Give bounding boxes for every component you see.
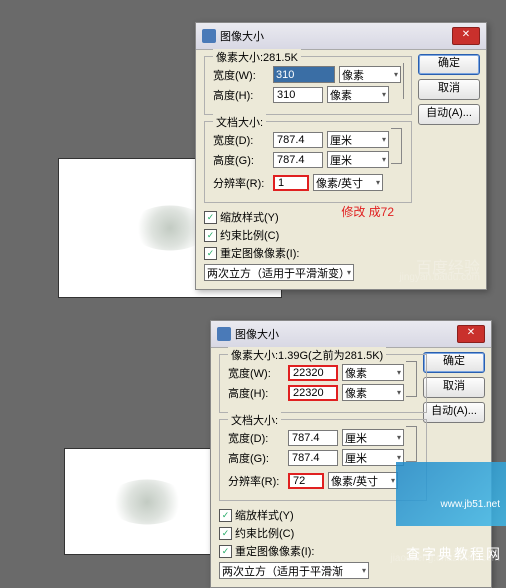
auto-button[interactable]: 自动(A)... [423, 402, 485, 423]
constrain-checkbox[interactable]: ✓约束比例(C) [219, 525, 483, 541]
pixel-width-unit[interactable]: 像素▾ [339, 66, 401, 83]
doc-height-unit[interactable]: 厘米▾ [327, 151, 389, 168]
res-label: 分辨率(R): [228, 473, 284, 489]
chevron-down-icon: ▾ [391, 476, 395, 485]
watermark-url: jingyan.baidu.com [399, 272, 480, 283]
chevron-down-icon: ▾ [397, 388, 401, 397]
pixel-height-unit[interactable]: 像素▾ [327, 86, 389, 103]
chevron-down-icon: ▾ [382, 155, 386, 164]
chevron-down-icon: ▾ [397, 453, 401, 462]
pixel-width-unit[interactable]: 像素▾ [342, 364, 404, 381]
resample-method-select[interactable]: 两次立方（适用于平滑渐变）▾ [204, 264, 354, 281]
height-label: 高度(H): [228, 385, 284, 401]
height-label: 高度(H): [213, 87, 269, 103]
chevron-down-icon: ▾ [382, 135, 386, 144]
resolution-input[interactable] [288, 473, 324, 489]
ok-button[interactable]: 确定 [418, 54, 480, 75]
cancel-button[interactable]: 取消 [423, 377, 485, 398]
link-icon[interactable] [391, 128, 402, 164]
doc-size-legend: 文档大小: [228, 412, 281, 428]
watermark-ribbon [396, 462, 506, 526]
watermark-url2: jiaocheng.chazidian.com [390, 553, 500, 564]
close-icon[interactable]: ✕ [457, 325, 485, 343]
canvas-2 [64, 448, 230, 555]
link-icon[interactable] [406, 426, 417, 462]
image-size-dialog-1: 图像大小 ✕ 确定 取消 自动(A)... 像素大小:281.5K 宽度(W):… [195, 22, 487, 290]
pixel-height-input[interactable] [288, 385, 338, 401]
width-label: 宽度(W): [213, 67, 269, 83]
chevron-down-icon: ▾ [397, 368, 401, 377]
pixel-height-input[interactable] [273, 87, 323, 103]
doc-height-label: 高度(G): [228, 450, 284, 466]
width-label: 宽度(W): [228, 365, 284, 381]
pixel-dim-legend: 像素大小:281.5K [213, 49, 301, 65]
doc-height-label: 高度(G): [213, 152, 269, 168]
pixel-dim-legend: 像素大小:1.39G(之前为281.5K) [228, 347, 386, 363]
close-icon[interactable]: ✕ [452, 27, 480, 45]
chevron-down-icon: ▾ [347, 268, 351, 277]
chevron-down-icon: ▾ [394, 70, 398, 79]
chevron-down-icon: ▾ [362, 566, 366, 575]
pixel-width-input[interactable] [273, 66, 335, 83]
pixel-width-input[interactable] [288, 365, 338, 381]
app-icon [202, 29, 216, 43]
auto-button[interactable]: 自动(A)... [418, 104, 480, 125]
doc-width-input[interactable] [273, 132, 323, 148]
image-preview [107, 479, 187, 524]
dialog-title: 图像大小 [235, 326, 279, 342]
link-icon[interactable] [406, 361, 417, 397]
chevron-down-icon: ▾ [397, 433, 401, 442]
pixel-height-unit[interactable]: 像素▾ [342, 384, 404, 401]
doc-width-label: 宽度(D): [213, 132, 269, 148]
doc-height-input[interactable] [273, 152, 323, 168]
doc-width-input[interactable] [288, 430, 338, 446]
app-icon [217, 327, 231, 341]
res-label: 分辨率(R): [213, 175, 269, 191]
doc-height-unit[interactable]: 厘米▾ [342, 449, 404, 466]
dialog-title: 图像大小 [220, 28, 264, 44]
chevron-down-icon: ▾ [376, 178, 380, 187]
constrain-checkbox[interactable]: ✓约束比例(C) [204, 227, 478, 243]
watermark-site: www.jb51.net [441, 499, 500, 510]
annotation: 修改 成72 [341, 206, 394, 218]
cancel-button[interactable]: 取消 [418, 79, 480, 100]
doc-width-unit[interactable]: 厘米▾ [342, 429, 404, 446]
doc-width-label: 宽度(D): [228, 430, 284, 446]
res-unit[interactable]: 像素/英寸▾ [313, 174, 383, 191]
doc-size-legend: 文档大小: [213, 114, 266, 130]
doc-height-input[interactable] [288, 450, 338, 466]
res-unit[interactable]: 像素/英寸▾ [328, 472, 398, 489]
doc-width-unit[interactable]: 厘米▾ [327, 131, 389, 148]
ok-button[interactable]: 确定 [423, 352, 485, 373]
resolution-input[interactable] [273, 175, 309, 191]
link-icon[interactable] [403, 63, 404, 99]
titlebar[interactable]: 图像大小 ✕ [196, 23, 486, 50]
titlebar[interactable]: 图像大小 ✕ [211, 321, 491, 348]
chevron-down-icon: ▾ [382, 90, 386, 99]
resample-method-select[interactable]: 两次立方（适用于平滑渐▾ [219, 562, 369, 579]
